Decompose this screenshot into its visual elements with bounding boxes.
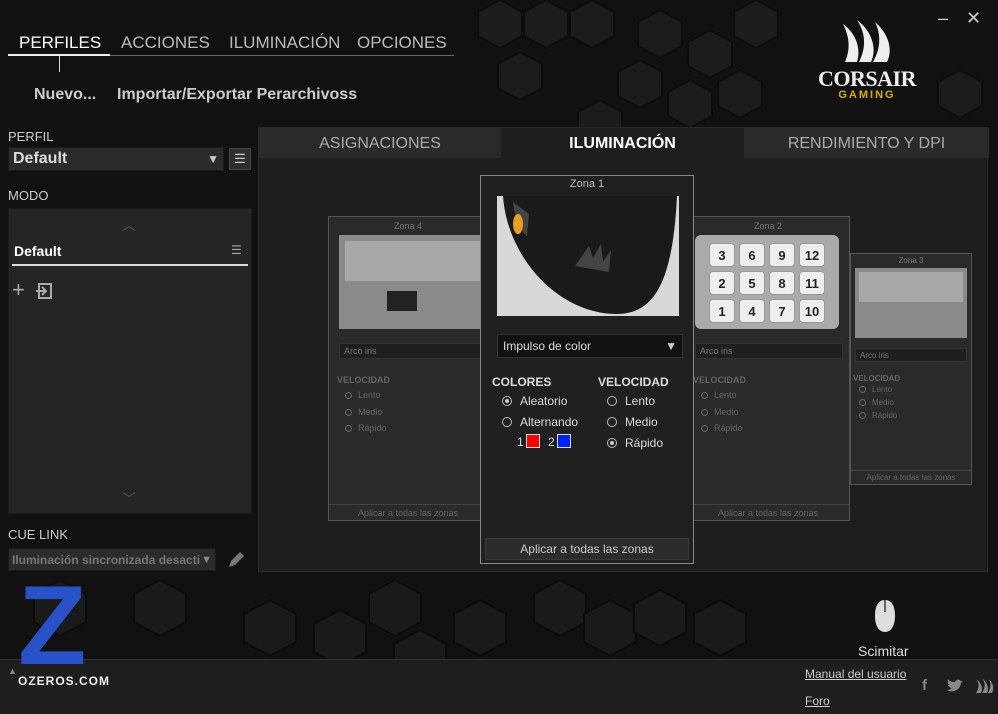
- zone-4-slow-option[interactable]: Lento: [345, 390, 381, 400]
- tab-asignaciones[interactable]: ASIGNACIONES: [259, 128, 501, 158]
- profile-label: PERFIL: [8, 129, 54, 144]
- zone-2-title: Zona 2: [753, 221, 783, 231]
- zone-3-medium-option[interactable]: Medio: [859, 398, 894, 407]
- zone-1-mouse-image: [497, 196, 679, 316]
- zone-1-colors-label: COLORES: [492, 375, 552, 389]
- zone-2-speed-label: VELOCIDAD: [693, 375, 747, 385]
- zone-3-title: Zona 3: [898, 256, 924, 265]
- color-2-number: 2: [548, 435, 555, 449]
- zone-1-effect-value: Impulso de color: [503, 339, 592, 353]
- speed-medium-option[interactable]: Medio: [607, 415, 658, 429]
- speed-slow-option[interactable]: Lento: [607, 394, 655, 408]
- minimize-button[interactable]: –: [938, 8, 948, 29]
- import-icon[interactable]: [35, 282, 53, 300]
- corsair-sails-icon[interactable]: [974, 677, 994, 695]
- zone-2-apply-all[interactable]: Aplicar a todas las zonas: [687, 504, 849, 521]
- profile-menu-icon[interactable]: ☰: [229, 148, 251, 170]
- profile-dropdown[interactable]: Default ▼: [8, 147, 224, 171]
- zone-3-effect-select[interactable]: Arco iris: [855, 348, 967, 362]
- color-1-swatch[interactable]: [526, 434, 540, 448]
- new-profile-link[interactable]: Nuevo...: [34, 86, 96, 104]
- zone-1-speed-label: VELOCIDAD: [598, 375, 669, 389]
- brand-sub: GAMING: [838, 89, 896, 101]
- mode-panel: ︿ Default ☰ + ﹀: [8, 208, 252, 514]
- zone-3-apply-all[interactable]: Aplicar a todas las zonas: [851, 470, 971, 485]
- mouse-device-icon[interactable]: [873, 598, 897, 634]
- profile-value: Default: [13, 150, 68, 167]
- scroll-up-icon[interactable]: ︿: [122, 215, 136, 235]
- zone-4-fast-option[interactable]: Rápido: [345, 423, 387, 433]
- color-random-option[interactable]: Aleatorio: [502, 394, 567, 408]
- color-2-swatch[interactable]: [557, 434, 571, 448]
- watermark-letter: Z: [18, 563, 87, 688]
- sails-icon: [843, 20, 890, 62]
- chevron-down-icon: ▼: [665, 339, 677, 353]
- zone-1-card[interactable]: Zona 1 Impulso de color ▼ COLORES VELOCI…: [480, 175, 694, 564]
- zone-4-medium-option[interactable]: Medio: [345, 407, 383, 417]
- mode-underline: [12, 264, 248, 266]
- zone-3-image: [855, 268, 967, 338]
- nav-iluminacion[interactable]: ILUMINACIÓN: [229, 33, 340, 53]
- zone-3-slow-option[interactable]: Lento: [859, 385, 892, 394]
- scroll-down-icon[interactable]: ﹀: [122, 489, 136, 509]
- zone-4-apply-all[interactable]: Aplicar a todas las zonas: [329, 504, 487, 521]
- zone-3-card[interactable]: Zona 3 Arco iris VELOCIDAD Lento Medio R…: [850, 253, 972, 485]
- zone-2-card[interactable]: Zona 2 3 6 9 12 2 5 8 11 1 4 7 10 Arco i…: [686, 216, 850, 521]
- zone-2-medium-option[interactable]: Medio: [701, 407, 739, 417]
- nav-opciones[interactable]: OPCIONES: [357, 33, 447, 53]
- zone-4-title: Zona 4: [393, 221, 423, 231]
- nav-acciones[interactable]: ACCIONES: [121, 33, 210, 53]
- close-button[interactable]: ✕: [966, 8, 981, 29]
- twitter-icon[interactable]: [946, 679, 964, 693]
- zone-4-effect-select[interactable]: Arco iris: [339, 343, 487, 359]
- nav-perfiles[interactable]: PERFILES: [19, 33, 101, 53]
- zone-3-fast-option[interactable]: Rápido: [859, 411, 897, 420]
- facebook-icon[interactable]: f: [922, 677, 927, 694]
- chevron-down-icon: ▼: [201, 549, 212, 570]
- tab-iluminacion[interactable]: ILUMINACIÓN: [501, 128, 744, 158]
- zone-1-apply-all-button[interactable]: Aplicar a todas las zonas: [485, 538, 689, 560]
- tab-rendimiento-dpi[interactable]: RENDIMIENTO Y DPI: [744, 128, 989, 158]
- expand-up-icon[interactable]: ▲: [8, 666, 17, 676]
- text-cursor: [59, 56, 60, 72]
- zone-3-speed-label: VELOCIDAD: [853, 374, 901, 383]
- zone-4-speed-label: VELOCIDAD: [337, 375, 391, 385]
- add-icon[interactable]: +: [12, 279, 25, 301]
- watermark-text: OZEROS.COM: [18, 674, 111, 688]
- ozeros-watermark: Z OZEROS.COM: [18, 570, 128, 689]
- zone-4-card[interactable]: Zona 4 Arco iris VELOCIDAD Lento Medio R…: [328, 216, 488, 521]
- zone-2-keypad-image: 3 6 9 12 2 5 8 11 1 4 7 10: [695, 235, 839, 329]
- zone-2-effect-select[interactable]: Arco iris: [695, 343, 843, 359]
- mode-item[interactable]: Default: [14, 243, 61, 259]
- zone-2-slow-option[interactable]: Lento: [701, 390, 737, 400]
- mode-menu-icon[interactable]: ☰: [231, 243, 242, 257]
- color-alternating-option[interactable]: Alternando: [502, 415, 578, 429]
- zone-1-effect-dropdown[interactable]: Impulso de color ▼: [497, 334, 683, 358]
- zone-4-image: [339, 235, 487, 329]
- user-manual-link[interactable]: Manual del usuario: [805, 667, 906, 681]
- corsair-logo: CORSAIR GAMING: [815, 18, 925, 102]
- pencil-icon[interactable]: [226, 550, 246, 570]
- speed-fast-option[interactable]: Rápido: [607, 436, 663, 450]
- zone-1-title: Zona 1: [569, 178, 605, 190]
- mode-label: MODO: [8, 188, 49, 203]
- device-name: Scimitar: [858, 643, 909, 659]
- zone-2-fast-option[interactable]: Rápido: [701, 423, 743, 433]
- chevron-down-icon: ▼: [207, 152, 219, 166]
- color-1-number: 1: [517, 435, 524, 449]
- top-nav: PERFILES ACCIONES ILUMINACIÓN OPCIONES: [8, 32, 454, 56]
- cue-link-label: CUE LINK: [8, 527, 68, 542]
- import-export-link[interactable]: Importar/Exportar Perarchivoss: [117, 86, 357, 104]
- forum-link[interactable]: Foro: [805, 694, 830, 708]
